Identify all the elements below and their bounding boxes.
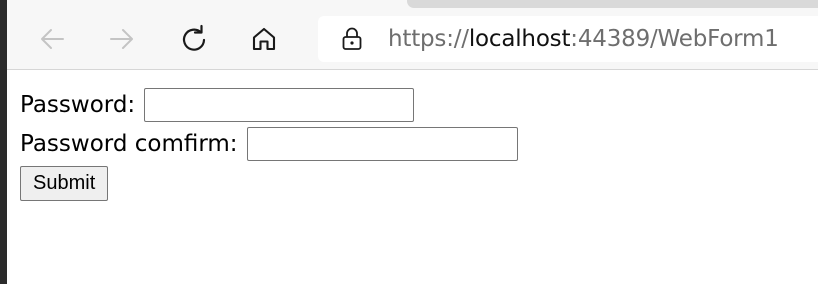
arrow-right-icon	[110, 29, 133, 49]
browser-toolbar: https://localhost:44389/WebForm1	[7, 0, 818, 70]
refresh-button[interactable]	[177, 22, 211, 56]
tab-strip	[407, 0, 818, 8]
password-confirm-field[interactable]	[246, 127, 518, 161]
refresh-icon	[182, 24, 206, 51]
url-path: :44389/WebForm1	[570, 26, 779, 52]
home-button[interactable]	[247, 22, 281, 56]
submit-button[interactable]: Submit	[20, 166, 109, 201]
browser-window: https://localhost:44389/WebForm1 Passwor…	[0, 0, 818, 284]
url-host: localhost	[468, 26, 571, 52]
password-label: Password:	[20, 92, 136, 118]
password-confirm-row: Password comfirm:	[20, 127, 810, 161]
window-edge	[0, 0, 7, 284]
password-confirm-label: Password comfirm:	[20, 131, 238, 157]
lock-icon[interactable]	[341, 27, 363, 51]
password-row: Password:	[20, 88, 810, 122]
password-field[interactable]	[144, 88, 415, 122]
url-scheme: https://	[388, 26, 469, 52]
address-bar[interactable]: https://localhost:44389/WebForm1	[318, 16, 818, 62]
url-text[interactable]: https://localhost:44389/WebForm1	[388, 26, 779, 52]
forward-button[interactable]	[105, 22, 139, 56]
back-button[interactable]	[35, 22, 69, 56]
arrow-left-icon	[41, 29, 64, 49]
page-content: Password: Password comfirm: Submit	[20, 88, 810, 201]
home-icon	[252, 27, 276, 51]
